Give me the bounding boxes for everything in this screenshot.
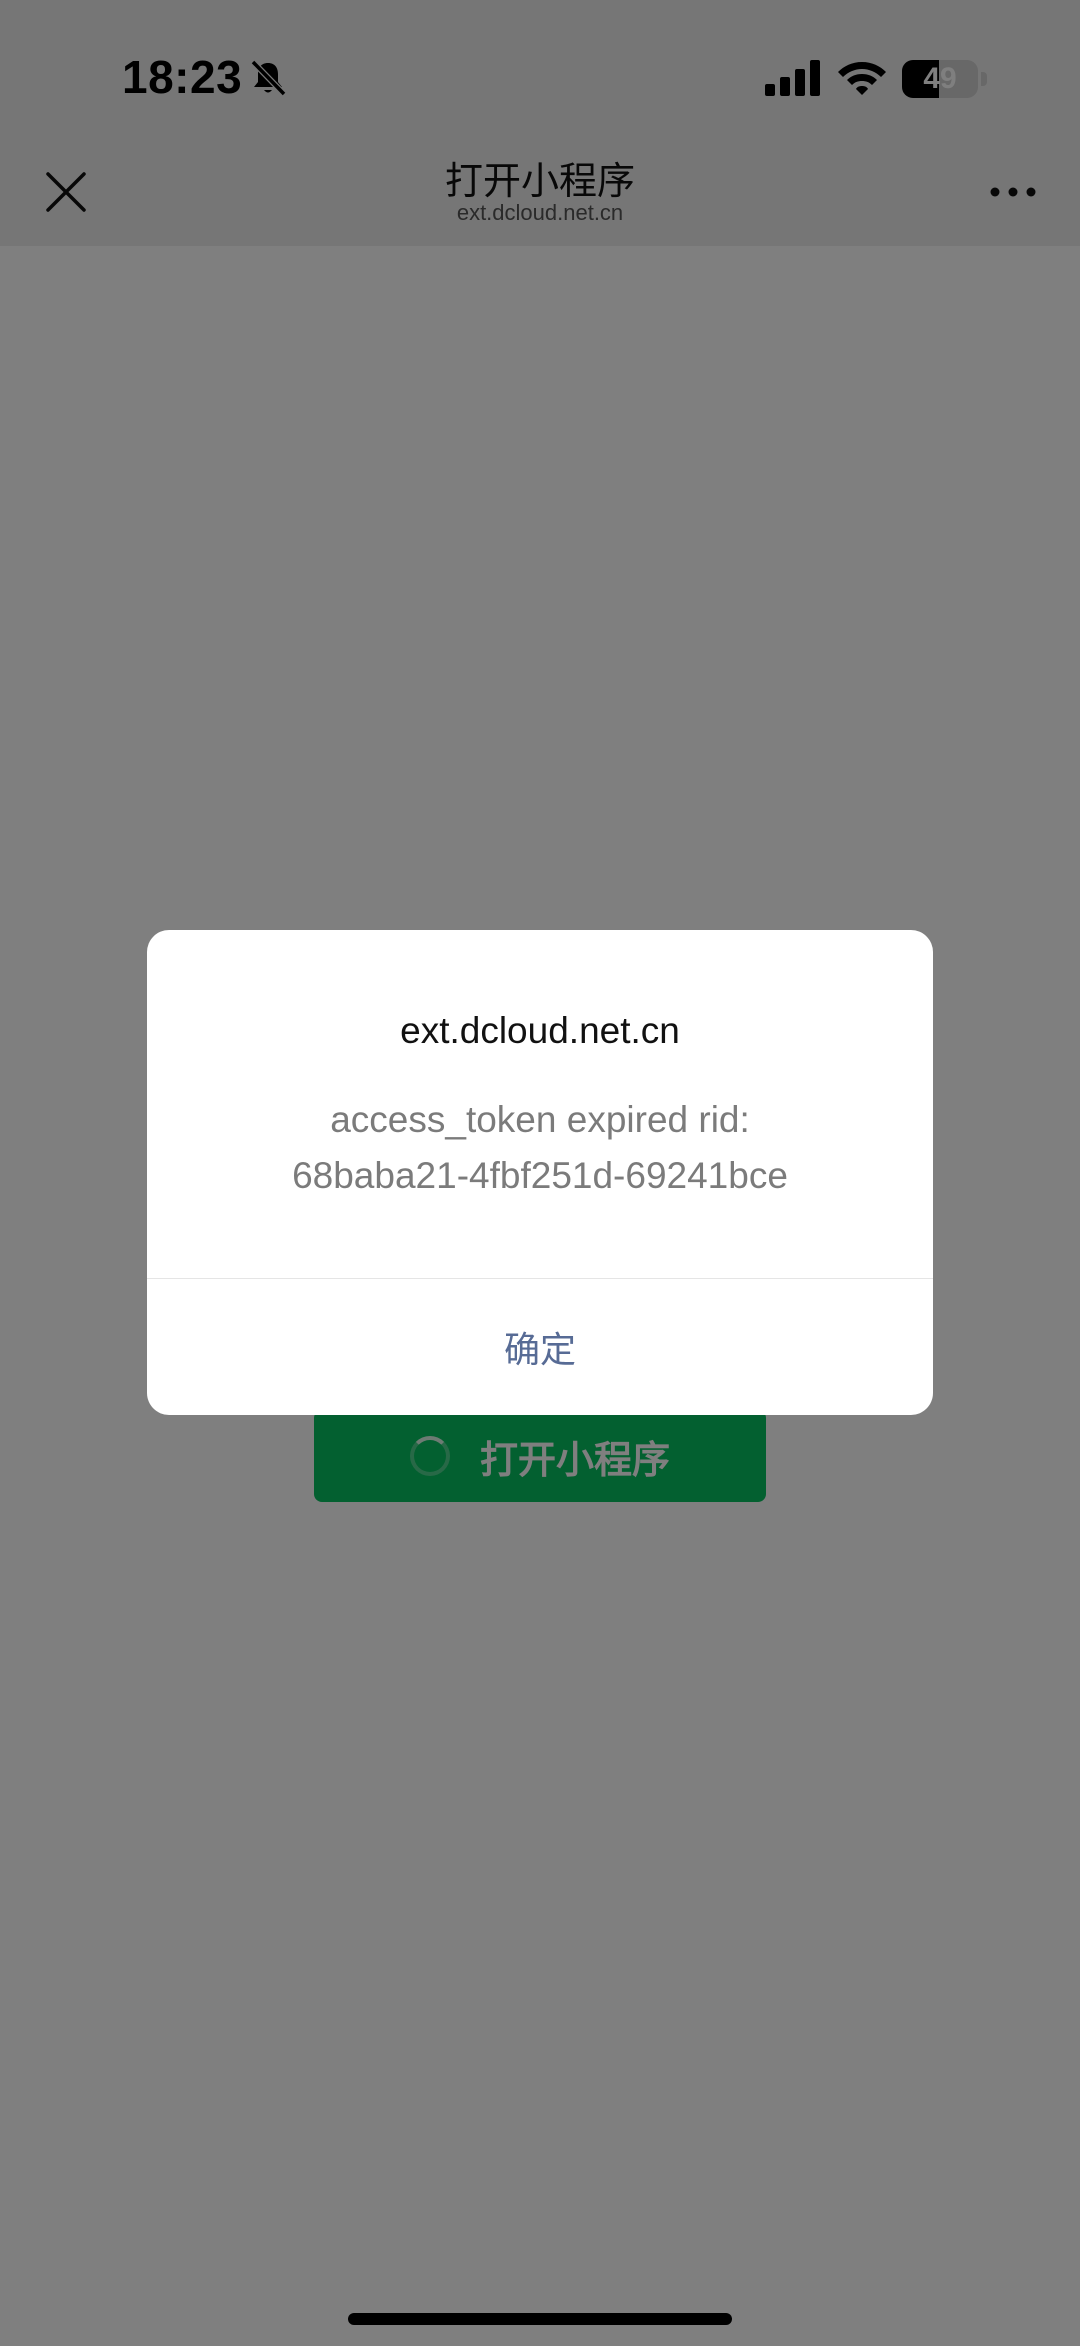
- home-indicator[interactable]: [348, 2313, 732, 2325]
- dialog-title: ext.dcloud.net.cn: [400, 1010, 680, 1051]
- alert-dialog: ext.dcloud.net.cn access_token expired r…: [147, 930, 933, 1415]
- confirm-button[interactable]: 确定: [147, 1279, 933, 1415]
- dialog-message-line-2: 68baba21-4fbf251d-69241bce: [292, 1155, 788, 1196]
- dialog-message-line-1: access_token expired rid:: [330, 1099, 750, 1140]
- dialog-message: access_token expired rid: 68baba21-4fbf2…: [207, 1092, 873, 1204]
